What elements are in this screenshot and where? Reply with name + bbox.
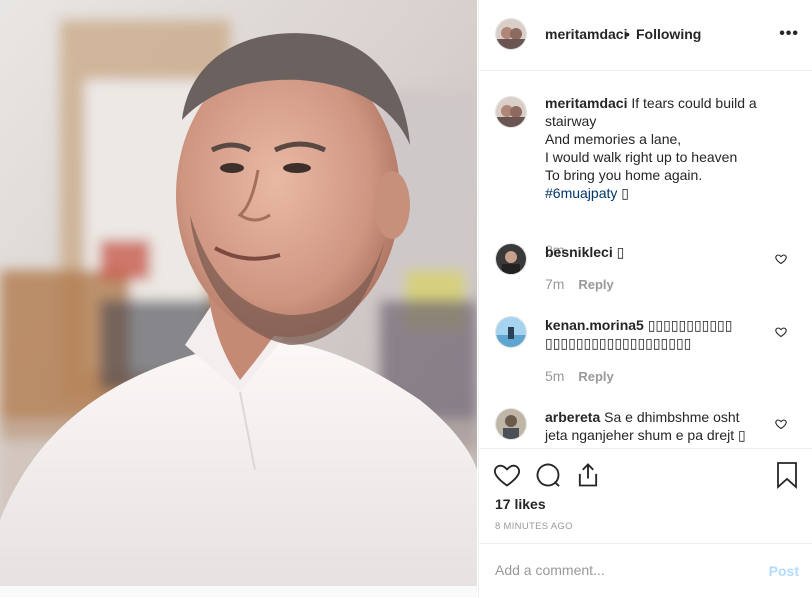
post-photo[interactable] [0, 0, 477, 586]
photo-bottom-gap [0, 586, 477, 597]
comment-meta: 5m Reply [545, 368, 614, 384]
comment-input[interactable] [495, 562, 735, 578]
comment-timestamp[interactable]: 5m [545, 368, 564, 384]
caption-line: And memories a lane, [545, 131, 682, 147]
comment-text: arbereta Sa e dhimbshme osht jeta nganje… [545, 408, 775, 444]
caption-username[interactable]: meritamdaci [545, 95, 627, 111]
like-comment-heart-icon[interactable] [775, 418, 787, 430]
caption-text: meritamdaci If tears could build a stair… [545, 94, 775, 202]
comment-text: kenan.morina5 ▯▯▯▯▯▯▯▯▯▯▯ ▯▯▯▯▯▯▯▯▯▯▯▯▯▯… [545, 316, 775, 352]
caption-emoji: ▯ [621, 185, 629, 201]
share-icon[interactable] [574, 461, 602, 489]
more-options-icon[interactable]: ••• [779, 25, 799, 43]
comment-content: ▯▯▯▯▯▯▯▯▯▯▯▯▯▯▯▯▯▯▯ [545, 335, 692, 351]
post-header: meritamdaci • Following ••• [479, 0, 812, 71]
following-button[interactable]: Following [636, 26, 701, 42]
post-details-panel: meritamdaci • Following ••• meritamdaci … [478, 0, 812, 597]
portrait-image [0, 0, 477, 586]
commenter-username[interactable]: kenan.morina5 [545, 317, 644, 333]
author-avatar[interactable] [495, 18, 527, 50]
like-comment-heart-icon[interactable] [775, 326, 787, 338]
comment-meta: 7m Reply [545, 276, 614, 292]
like-comment-heart-icon[interactable] [775, 253, 787, 265]
bookmark-icon[interactable] [775, 461, 799, 489]
comment-icon[interactable] [534, 461, 562, 489]
hashtag-link[interactable]: #6muajpaty [545, 185, 617, 201]
reply-button[interactable]: Reply [578, 369, 613, 384]
comment-text: besnikleci ▯ [545, 243, 775, 261]
post-comment-button[interactable]: Post [769, 563, 799, 579]
heart-icon[interactable] [493, 461, 521, 489]
commenter-avatar[interactable] [495, 316, 527, 348]
comment-content: jeta nganjeher shum e pa drejt ▯ [545, 427, 746, 443]
caption-line: I would walk right up to heaven [545, 149, 738, 165]
post-timestamp[interactable]: 8 MINUTES AGO [495, 521, 573, 532]
post-actions: 17 likes 8 MINUTES AGO [479, 448, 812, 544]
commenter-avatar[interactable] [495, 408, 527, 440]
comment-content: ▯▯▯▯▯▯▯▯▯▯▯ [647, 317, 733, 333]
comment-timestamp[interactable]: 7m [545, 276, 564, 292]
comment-content: Sa e dhimbshme osht [604, 409, 740, 425]
caption-line: If tears could build a [631, 95, 757, 111]
comments-list[interactable]: meritamdaci If tears could build a stair… [479, 71, 812, 448]
author-username[interactable]: meritamdaci [545, 26, 627, 42]
commenter-username[interactable]: arbereta [545, 409, 600, 425]
add-comment-bar: Post [479, 543, 812, 598]
commenter-avatar[interactable] [495, 243, 527, 275]
header-separator: • [625, 26, 630, 42]
reply-button[interactable]: Reply [578, 277, 613, 292]
like-count[interactable]: 17 likes [495, 496, 546, 512]
caption-author-avatar[interactable] [495, 96, 527, 128]
caption-line: stairway [545, 113, 597, 129]
commenter-username[interactable]: besnikleci [545, 244, 613, 260]
comment-content: ▯ [616, 244, 625, 260]
caption-line: To bring you home again. [545, 167, 703, 183]
